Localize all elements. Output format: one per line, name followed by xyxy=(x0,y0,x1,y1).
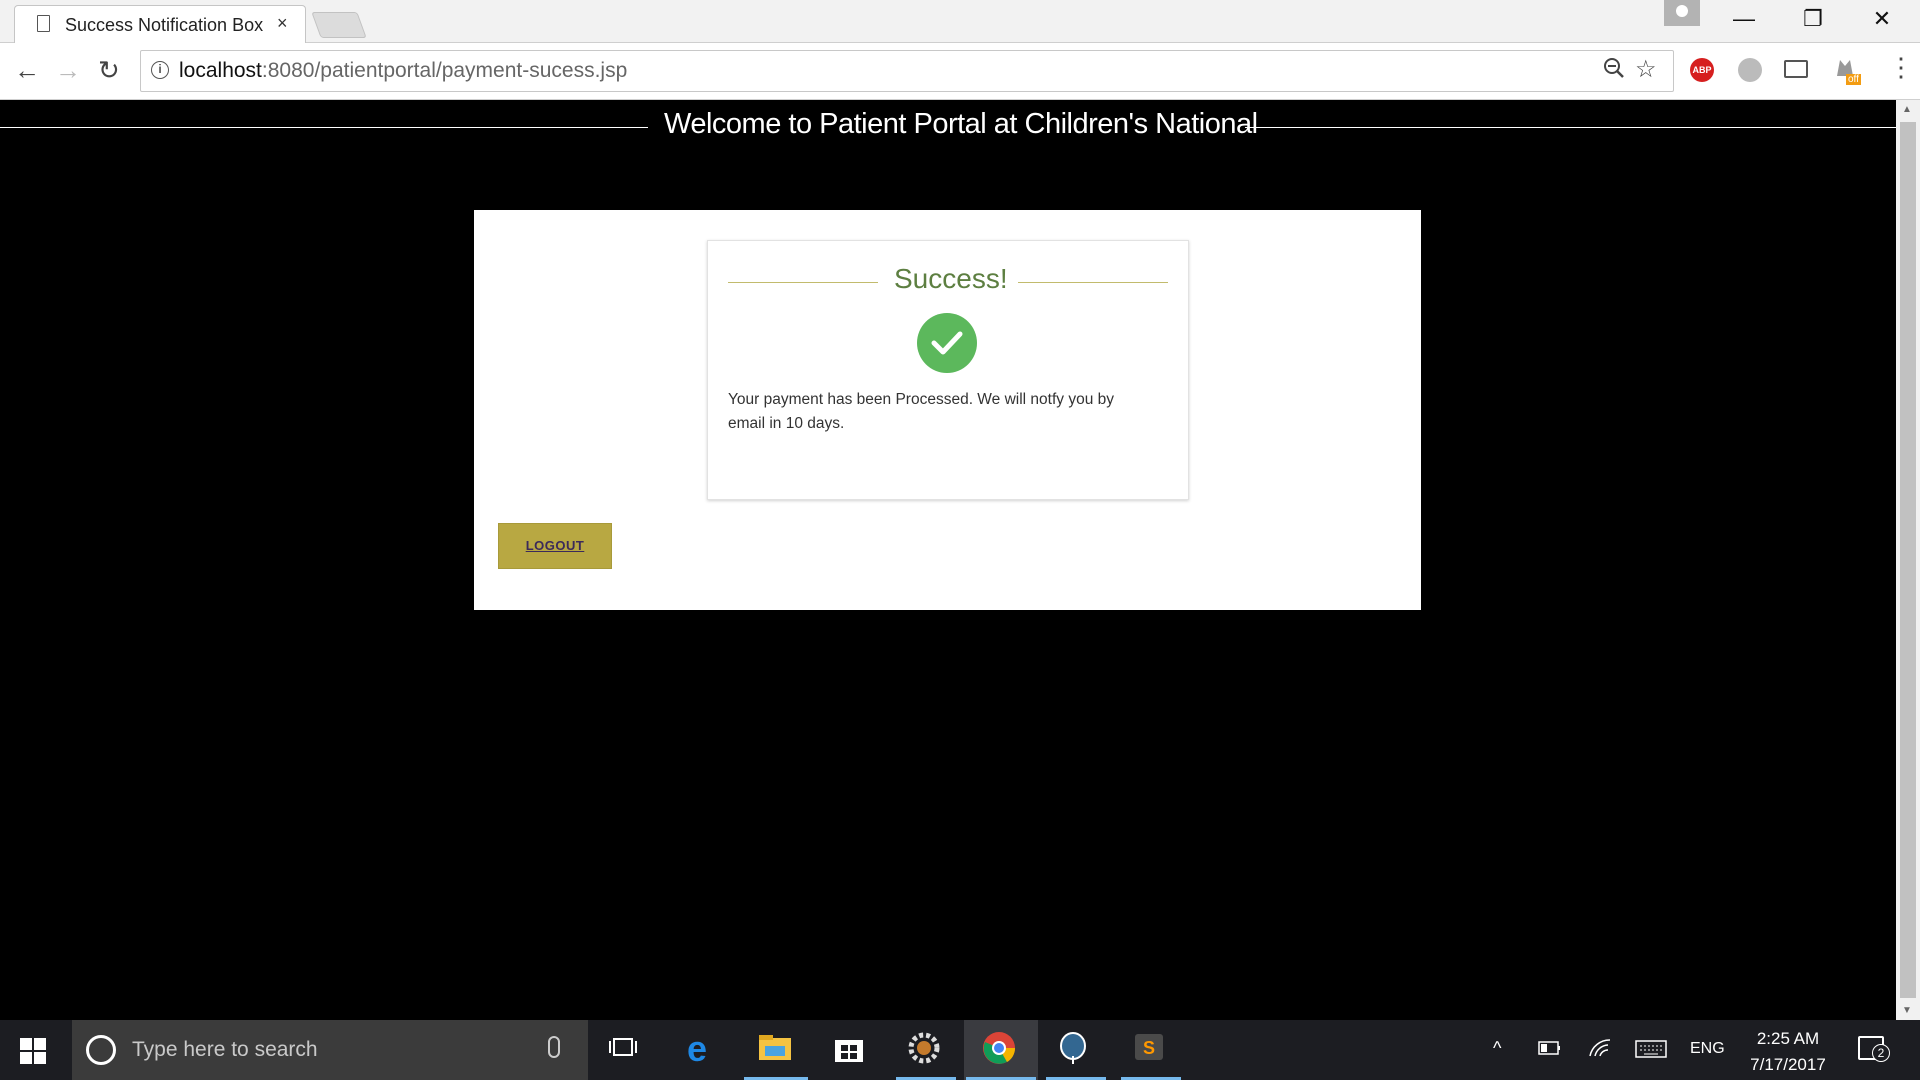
chrome-icon[interactable] xyxy=(981,1030,1021,1070)
address-bar[interactable]: i localhost:8080/patientportal/payment-s… xyxy=(140,50,1674,92)
globe-icon[interactable] xyxy=(1738,58,1762,82)
welcome-divider-left xyxy=(0,127,648,128)
browser-menu-icon[interactable]: ⋮ xyxy=(1888,52,1914,83)
tab-title: Success Notification Box xyxy=(65,15,264,35)
close-window-icon[interactable]: ✕ xyxy=(1862,6,1902,32)
extension-off-badge: off xyxy=(1846,74,1861,85)
page-content: Welcome to Patient Portal at Children's … xyxy=(0,100,1896,1020)
logout-button[interactable]: LOGOUT xyxy=(498,523,612,569)
clock-date: 7/17/2017 xyxy=(1750,1055,1826,1074)
success-message: Your payment has been Processed. We will… xyxy=(728,391,1114,432)
restore-icon[interactable]: ❐ xyxy=(1793,6,1833,32)
taskbar-search-input[interactable]: Type here to search xyxy=(132,1038,318,1062)
document-icon xyxy=(37,15,50,32)
minimize-icon[interactable]: — xyxy=(1724,6,1764,32)
svg-text:e: e xyxy=(687,1030,707,1066)
forward-arrow-icon[interactable]: → xyxy=(55,55,81,86)
bookmark-star-icon[interactable]: ☆ xyxy=(1635,55,1657,84)
cortana-icon xyxy=(86,1035,116,1065)
keyboard-icon[interactable] xyxy=(1635,1040,1667,1063)
page-title: Welcome to Patient Portal at Children's … xyxy=(664,108,1258,140)
content-panel: Success! Your payment has been Processed… xyxy=(474,210,1421,610)
profile-icon[interactable] xyxy=(1664,0,1700,26)
edge-browser-icon[interactable]: e xyxy=(683,1028,723,1070)
back-arrow-icon[interactable]: ← xyxy=(14,55,40,86)
new-tab-button[interactable] xyxy=(311,12,367,38)
info-icon[interactable]: i xyxy=(151,61,169,79)
language-indicator[interactable]: ENG xyxy=(1690,1040,1725,1058)
microphone-icon[interactable] xyxy=(548,1036,560,1058)
success-title: Success! xyxy=(894,263,1008,294)
battery-icon[interactable] xyxy=(1538,1040,1562,1061)
scroll-up-icon[interactable]: ▲ xyxy=(1902,104,1912,115)
success-divider-left xyxy=(728,282,878,283)
taskbar-search-box[interactable]: Type here to search xyxy=(72,1020,588,1080)
url-text[interactable]: localhost:8080/patientportal/payment-suc… xyxy=(179,59,627,83)
taskbar-clock[interactable]: 2:25 AM 7/17/2017 xyxy=(1748,1026,1828,1078)
scroll-down-icon[interactable]: ▼ xyxy=(1902,1005,1912,1016)
settings-gear-icon[interactable] xyxy=(906,1030,946,1070)
success-card: Success! Your payment has been Processed… xyxy=(707,240,1189,500)
file-explorer-icon[interactable] xyxy=(756,1030,796,1070)
tab-close-icon[interactable]: × xyxy=(277,13,288,34)
windows-start-icon[interactable] xyxy=(20,1038,46,1064)
browser-toolbar: ← → ↻ i localhost:8080/patientportal/pay… xyxy=(0,43,1920,100)
svg-text:S: S xyxy=(1143,1038,1155,1058)
checkmark-icon xyxy=(917,313,977,373)
browser-tab-strip: Success Notification Box × — ❐ ✕ xyxy=(0,0,1920,43)
windows-taskbar: Type here to search e S ^ ENG 2:25 AM 7/… xyxy=(0,1020,1920,1080)
tray-expand-icon[interactable]: ^ xyxy=(1493,1038,1501,1059)
action-center-icon[interactable]: 2 xyxy=(1858,1036,1890,1062)
clock-time: 2:25 AM xyxy=(1756,1029,1820,1048)
page-scrollbar[interactable]: ▲ ▼ xyxy=(1896,100,1920,1020)
cast-icon[interactable] xyxy=(1784,60,1808,78)
extension-icon[interactable]: off xyxy=(1834,56,1861,85)
postgresql-icon[interactable] xyxy=(1055,1030,1095,1070)
store-icon[interactable] xyxy=(831,1030,871,1070)
browser-tab[interactable]: Success Notification Box × xyxy=(14,5,306,43)
welcome-divider-right xyxy=(1245,127,1896,128)
reload-icon[interactable]: ↻ xyxy=(98,55,120,86)
notification-count-badge: 2 xyxy=(1872,1044,1890,1062)
adblock-icon[interactable]: ABP xyxy=(1690,58,1714,82)
wifi-icon[interactable] xyxy=(1588,1036,1612,1063)
scrollbar-thumb[interactable] xyxy=(1900,122,1916,998)
zoom-icon[interactable] xyxy=(1603,57,1625,86)
success-divider-right xyxy=(1018,282,1168,283)
sublime-text-icon[interactable]: S xyxy=(1131,1030,1171,1070)
task-view-icon[interactable] xyxy=(606,1030,646,1070)
